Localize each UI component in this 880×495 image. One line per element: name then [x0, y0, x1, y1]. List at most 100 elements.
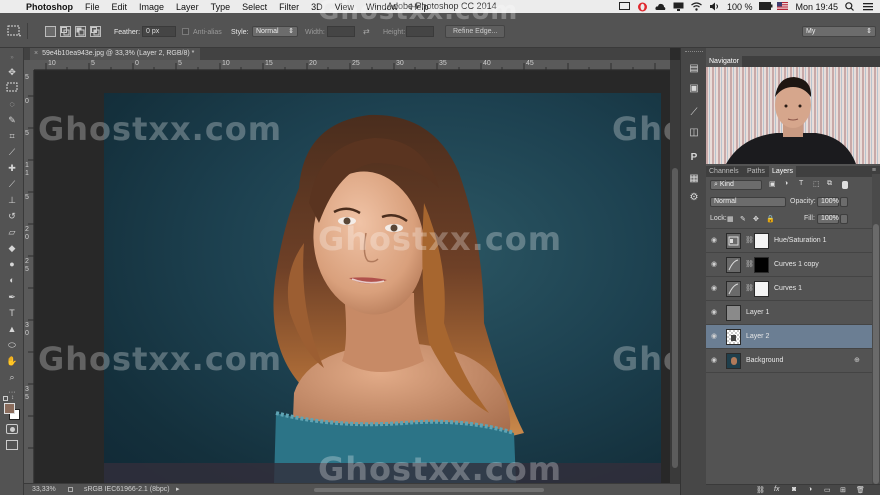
menu-file[interactable]: File [79, 2, 106, 12]
navigator-preview[interactable] [706, 67, 880, 164]
history-brush-tool-icon[interactable]: ↺ [5, 210, 19, 222]
filter-type-icon[interactable]: T [799, 180, 803, 187]
visibility-eye-icon[interactable]: ◉ [711, 285, 719, 293]
ruler-vertical[interactable]: 5 0 5 1 1 5 2 0 2 5 3 0 3 5 [24, 70, 34, 483]
menu-edit[interactable]: Edit [106, 2, 134, 12]
menu-view[interactable]: View [329, 2, 360, 12]
layer-name[interactable]: Layer 2 [746, 333, 769, 340]
layer-mask-thumbnail[interactable] [754, 233, 769, 249]
workspace-select[interactable]: My ⇕ [802, 26, 876, 37]
wifi-icon[interactable] [691, 2, 702, 11]
blur-tool-icon[interactable]: ● [5, 258, 19, 270]
quick-selection-tool-icon[interactable]: ✎ [5, 114, 19, 126]
healing-brush-tool-icon[interactable]: ✚ [5, 162, 19, 174]
info-panel-icon[interactable]: ▣ [687, 82, 701, 96]
lock-image-icon[interactable]: ✎ [740, 215, 746, 223]
brush-tool-icon[interactable]: ⟋ [5, 178, 19, 190]
width-input[interactable] [327, 26, 355, 37]
layer-row[interactable]: ◉ Layer 1 [706, 301, 872, 325]
crop-tool-icon[interactable]: ⌗ [5, 130, 19, 142]
opacity-slider-button[interactable] [840, 197, 848, 207]
rectangular-marquee-tool-icon[interactable] [5, 82, 19, 94]
strip-grip[interactable] [685, 51, 703, 54]
history-panel-icon[interactable]: ▤ [687, 62, 701, 76]
opera-icon[interactable] [637, 2, 648, 12]
layer-thumbnail[interactable] [726, 353, 741, 369]
document-image-portrait[interactable] [104, 93, 661, 483]
visibility-eye-icon[interactable]: ◉ [711, 261, 719, 269]
toolbar-collapse-icon[interactable]: » [5, 52, 19, 64]
add-mask-icon[interactable]: ◙ [792, 486, 796, 493]
type-tool-icon[interactable]: T [5, 307, 19, 319]
layers-scrollbar[interactable] [872, 174, 880, 484]
path-selection-tool-icon[interactable]: ▲ [5, 323, 19, 335]
scrollbar-thumb[interactable] [672, 168, 678, 468]
visibility-eye-icon[interactable]: ◉ [711, 309, 719, 317]
intersect-selection-icon[interactable] [90, 26, 101, 37]
delete-layer-icon[interactable]: 🗑 [856, 486, 865, 494]
layer-thumbnail[interactable] [726, 329, 741, 345]
notification-center-icon[interactable] [863, 2, 874, 11]
document-tab[interactable]: × 59e4b10ea943e.jpg @ 33,3% (Layer 2, RGB… [30, 48, 201, 60]
screen-mode-icon[interactable] [6, 440, 18, 450]
layer-name[interactable]: Curves 1 [774, 285, 802, 292]
layer-row[interactable]: ◉ Background ⊕ [706, 349, 872, 373]
zoom-level[interactable]: 33,33% [32, 486, 56, 493]
zoom-tool-icon[interactable]: ⌕ [5, 371, 19, 383]
visibility-eye-icon[interactable]: ◉ [711, 333, 719, 341]
menu-type[interactable]: Type [205, 2, 237, 12]
layer-row[interactable]: ◉ ⛓ Hue/Saturation 1 [706, 229, 872, 253]
add-layer-style-icon[interactable]: fx [774, 486, 779, 493]
swap-width-height-icon[interactable]: ⇄ [363, 27, 373, 37]
character-panel-icon[interactable]: ◫ [687, 126, 701, 140]
display-icon[interactable] [673, 2, 684, 11]
menu-layer[interactable]: Layer [170, 2, 205, 12]
eraser-tool-icon[interactable]: ▱ [5, 226, 19, 238]
fill-slider-button[interactable] [840, 214, 848, 224]
spotlight-icon[interactable] [845, 2, 856, 11]
layer-row[interactable]: ◉ ⛓ Curves 1 [706, 277, 872, 301]
mask-link-icon[interactable]: ⛓ [745, 284, 754, 292]
move-tool-icon[interactable]: ✥ [5, 66, 19, 78]
layer-row[interactable]: ◉ ⛓ Curves 1 copy [706, 253, 872, 277]
paint-bucket-tool-icon[interactable]: ◆ [5, 242, 19, 254]
status-menu-arrow-icon[interactable]: ▸ [176, 485, 180, 493]
actions-panel-icon[interactable]: ⟋ [687, 106, 701, 120]
foreground-color-swatch[interactable] [4, 403, 15, 414]
canvas-vertical-scrollbar[interactable] [670, 60, 680, 483]
default-colors-icon[interactable] [3, 396, 8, 401]
layer-name[interactable]: Hue/Saturation 1 [774, 237, 827, 244]
scrollbar-thumb[interactable] [873, 224, 879, 484]
eyedropper-tool-icon[interactable]: ⟋ [5, 146, 19, 158]
dodge-tool-icon[interactable]: ◐ [5, 274, 19, 286]
layer-name[interactable]: Background [746, 357, 783, 364]
layer-row-selected[interactable]: ◉ Layer 2 [706, 325, 872, 349]
new-layer-icon[interactable]: ⊞ [840, 486, 846, 494]
style-select[interactable]: Normal ⇕ [252, 26, 298, 37]
height-input[interactable] [406, 26, 434, 37]
ellipse-tool-icon[interactable]: ⬭ [5, 339, 19, 351]
layer-mask-thumbnail[interactable] [754, 281, 769, 297]
lasso-tool-icon[interactable]: ◌ [5, 98, 19, 110]
new-adjustment-layer-icon[interactable]: ◑ [808, 486, 812, 493]
layer-filter-kind-select[interactable]: ⌕ Kind [710, 180, 762, 190]
mask-link-icon[interactable]: ⛓ [745, 260, 754, 268]
new-group-icon[interactable]: ▭ [824, 486, 831, 494]
menu-filter[interactable]: Filter [273, 2, 305, 12]
menu-image[interactable]: Image [133, 2, 170, 12]
filter-shape-icon[interactable]: ⬚ [813, 180, 820, 188]
lock-transparent-icon[interactable]: ▦ [727, 215, 734, 223]
swap-colors-icon[interactable]: ↕ [11, 395, 19, 401]
volume-icon[interactable] [709, 2, 720, 11]
tab-navigator[interactable]: Navigator [706, 56, 742, 67]
clone-stamp-tool-icon[interactable]: ⊥ [5, 194, 19, 206]
ruler-horizontal[interactable]: 10 5 0 5 10 15 20 25 30 35 40 45 [34, 60, 670, 70]
filter-adjustment-icon[interactable]: ◑ [784, 180, 788, 187]
tab-channels[interactable]: Channels [706, 166, 742, 177]
battery-icon[interactable] [759, 2, 773, 11]
pen-tool-icon[interactable]: ✒ [5, 291, 19, 303]
lock-position-icon[interactable]: ✥ [753, 215, 759, 223]
tab-paths[interactable]: Paths [744, 166, 768, 177]
menu-3d[interactable]: 3D [305, 2, 329, 12]
ruler-origin[interactable] [24, 60, 34, 70]
